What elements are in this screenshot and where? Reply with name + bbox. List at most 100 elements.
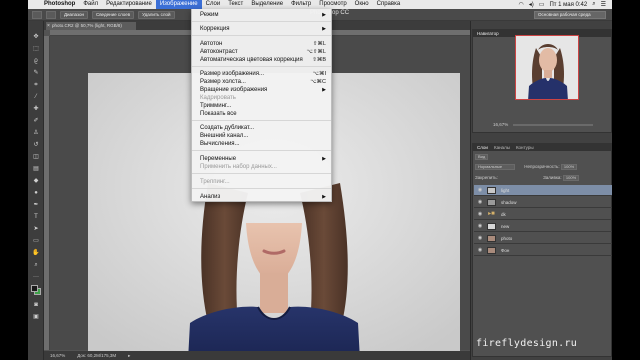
tab-paths[interactable]: Контуры bbox=[516, 144, 534, 151]
zoom-readout[interactable]: 16,67% bbox=[50, 353, 65, 358]
tool-preset-picker[interactable] bbox=[32, 10, 42, 19]
menu-text[interactable]: Текст bbox=[224, 0, 247, 9]
quick-mask-icon[interactable]: ◙ bbox=[31, 301, 41, 309]
blur-tool-icon[interactable]: ◆ bbox=[31, 177, 41, 185]
move-tool-icon[interactable]: ✥ bbox=[31, 33, 41, 41]
eye-icon[interactable]: ◉ bbox=[476, 197, 484, 208]
range-button[interactable]: Диапазон bbox=[60, 10, 88, 19]
menu-item-mode[interactable]: Режим ▶ bbox=[200, 11, 328, 19]
menu-help[interactable]: Справка bbox=[373, 0, 405, 9]
layer-row[interactable]: ◉ ▸■ dk bbox=[474, 209, 612, 220]
menu-item-calculations[interactable]: Вычисления... bbox=[200, 140, 328, 148]
close-icon[interactable]: × bbox=[47, 22, 50, 30]
wifi-icon[interactable]: ◠ bbox=[519, 1, 524, 8]
history-brush-tool-icon[interactable]: ↺ bbox=[31, 141, 41, 149]
opacity-field[interactable]: 100% bbox=[560, 163, 578, 170]
menu-item-auto-tone[interactable]: Автотон ⇧⌘L bbox=[200, 40, 328, 48]
dodge-tool-icon[interactable]: ● bbox=[31, 189, 41, 197]
navigator-zoom-slider[interactable] bbox=[513, 124, 593, 126]
tab-navigator[interactable]: Навигатор bbox=[477, 30, 499, 37]
eye-icon[interactable]: ◉ bbox=[476, 209, 484, 220]
menu-layers[interactable]: Слои bbox=[202, 0, 225, 9]
layer-row[interactable]: ◉ shadow bbox=[474, 197, 612, 208]
path-select-tool-icon[interactable]: ➤ bbox=[31, 225, 41, 233]
eyedropper-tool-icon[interactable]: ⁄ bbox=[31, 93, 41, 101]
navigator-panel: Навигатор 16,67% bbox=[472, 29, 612, 133]
battery-icon[interactable]: ▭ bbox=[539, 1, 545, 8]
menu-filter[interactable]: Фильтр bbox=[287, 0, 315, 9]
layer-row[interactable]: ◉ new bbox=[474, 221, 612, 232]
layer-row[interactable]: ◉ Фон bbox=[474, 245, 612, 256]
layer-kind-select[interactable]: Вид bbox=[475, 153, 489, 160]
menu-item-auto-color[interactable]: Автоматическая цветовая коррекция ⇧⌘B bbox=[200, 56, 328, 64]
status-arrow-icon[interactable]: ▸ bbox=[128, 353, 130, 359]
menu-view[interactable]: Просмотр bbox=[315, 0, 350, 9]
eye-icon[interactable]: ◉ bbox=[476, 221, 484, 232]
gradient-tool-icon[interactable]: ▤ bbox=[31, 165, 41, 173]
blend-mode-select[interactable]: Нормальные bbox=[475, 163, 515, 170]
volume-icon[interactable]: ◂) bbox=[529, 1, 534, 8]
type-tool-icon[interactable]: T bbox=[31, 213, 41, 221]
menu-separator bbox=[192, 188, 331, 189]
screen-mode-icon[interactable]: ▣ bbox=[31, 313, 41, 321]
document-size[interactable]: Док: 60,2M/175,3M bbox=[77, 353, 116, 358]
menu-item-label: Размер изображения... bbox=[200, 71, 265, 77]
menu-item-apply-data-set[interactable]: Применить набор данных... bbox=[200, 163, 328, 171]
menu-window[interactable]: Окно bbox=[351, 0, 373, 9]
delete-layer-button[interactable]: Удалить слой bbox=[138, 10, 175, 19]
hand-tool-icon[interactable]: ✋ bbox=[31, 249, 41, 257]
menu-item-label: Применить набор данных... bbox=[200, 164, 277, 170]
navigator-zoom[interactable]: 16,67% bbox=[493, 122, 508, 127]
merge-layers-button[interactable]: Сведение слоев bbox=[91, 10, 135, 19]
document-tab[interactable]: × photo.CR2 @ 50,7% (light, RGB/8) bbox=[46, 22, 136, 30]
clock[interactable]: Пт 1 мая 0:42 bbox=[549, 2, 587, 8]
marquee-tool-icon[interactable]: ⬚ bbox=[31, 45, 41, 53]
navigator-thumbnail[interactable] bbox=[515, 35, 579, 100]
search-icon[interactable]: ⌕ bbox=[592, 1, 595, 8]
menu-item-auto-contrast[interactable]: Автоконтраст ⌥⇧⌘L bbox=[200, 48, 328, 56]
eye-icon[interactable]: ◉ bbox=[476, 233, 484, 244]
brush-tool-icon[interactable]: ✐ bbox=[31, 117, 41, 125]
menu-photoshop[interactable]: Photoshop bbox=[40, 0, 79, 9]
eye-icon[interactable]: ◉ bbox=[476, 185, 484, 196]
menu-item-image-size[interactable]: Размер изображения... ⌥⌘I bbox=[200, 70, 328, 78]
option-toggle[interactable] bbox=[46, 10, 56, 19]
lasso-tool-icon[interactable]: ϱ bbox=[31, 57, 41, 65]
menu-file[interactable]: Файл bbox=[79, 0, 102, 9]
menu-item-crop[interactable]: Кадрировать bbox=[200, 94, 328, 102]
workspace-select[interactable]: Основная рабочая среда bbox=[534, 11, 606, 19]
menu-image[interactable]: Изображение bbox=[155, 0, 202, 9]
menu-item-label: Режим bbox=[200, 12, 219, 18]
menu-item-adjustments[interactable]: Коррекция ▶ bbox=[200, 25, 328, 33]
stamp-tool-icon[interactable]: ♙ bbox=[31, 129, 41, 137]
layer-row[interactable]: ◉ photo bbox=[474, 233, 612, 244]
menu-item-trim[interactable]: Тримминг... bbox=[200, 102, 328, 110]
menu-item-image-rotation[interactable]: Вращение изображения ▶ bbox=[200, 86, 328, 94]
more-tools-icon[interactable]: ··· bbox=[31, 273, 41, 281]
eraser-tool-icon[interactable]: ◫ bbox=[31, 153, 41, 161]
menu-item-analysis[interactable]: Анализ ▶ bbox=[200, 193, 328, 201]
menu-item-canvas-size[interactable]: Размер холста... ⌥⌘C bbox=[200, 78, 328, 86]
tab-layers[interactable]: Слои bbox=[477, 144, 488, 151]
fill-field[interactable]: 100% bbox=[562, 174, 580, 181]
layer-name: new bbox=[501, 224, 510, 229]
menu-edit[interactable]: Редактирование bbox=[102, 0, 156, 9]
menu-item-variables[interactable]: Переменные ▶ bbox=[200, 155, 328, 163]
menu-item-trap[interactable]: Треппинг... bbox=[200, 178, 328, 186]
quick-select-tool-icon[interactable]: ✎ bbox=[31, 69, 41, 77]
list-icon[interactable]: ☰ bbox=[601, 1, 606, 8]
menu-item-apply-image[interactable]: Внешний канал... bbox=[200, 132, 328, 140]
pen-tool-icon[interactable]: ✒ bbox=[31, 201, 41, 209]
healing-tool-icon[interactable]: ✚ bbox=[31, 105, 41, 113]
crop-tool-icon[interactable]: ⌗ bbox=[31, 81, 41, 89]
eye-icon[interactable]: ◉ bbox=[476, 245, 484, 256]
shape-tool-icon[interactable]: ▭ bbox=[31, 237, 41, 245]
foreground-color-swatch[interactable] bbox=[31, 285, 38, 292]
layer-row[interactable]: ◉ light bbox=[474, 185, 612, 196]
menu-select[interactable]: Выделение bbox=[247, 0, 287, 9]
zoom-tool-icon[interactable]: ⌕ bbox=[31, 261, 41, 269]
menu-item-label: Вращение изображения bbox=[200, 87, 268, 93]
menu-item-duplicate[interactable]: Создать дубликат... bbox=[200, 124, 328, 132]
menu-item-reveal-all[interactable]: Показать все bbox=[200, 110, 328, 118]
tab-channels[interactable]: Каналы bbox=[494, 144, 510, 151]
